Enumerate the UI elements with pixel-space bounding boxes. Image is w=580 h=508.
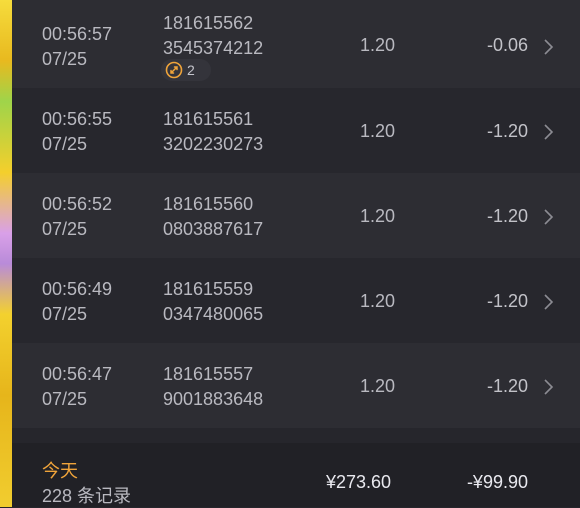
time-cell: 00:56:52 07/25 bbox=[42, 192, 112, 242]
net-text: -1.20 bbox=[486, 376, 528, 396]
id-cell: 181615559 0347480065 bbox=[163, 277, 263, 327]
time-text: 00:56:47 bbox=[42, 364, 113, 384]
time-cell: 00:56:57 07/25 bbox=[42, 22, 112, 72]
amount-text: 1.20 bbox=[360, 35, 396, 55]
amount-text: 1.20 bbox=[360, 376, 396, 396]
time-cell: 00:56:49 07/25 bbox=[42, 277, 112, 327]
list-item[interactable]: 00:56:52 07/25 181615560 0803887617 1.20… bbox=[12, 173, 580, 258]
id-bottom: 3545374212 bbox=[163, 38, 264, 58]
history-list: 00:56:57 07/25 181615562 3545374212 2 1.… bbox=[12, 0, 580, 428]
list-item[interactable]: 00:56:57 07/25 181615562 3545374212 2 1.… bbox=[12, 0, 580, 88]
time-text: 00:56:55 bbox=[42, 109, 113, 129]
time-text: 00:56:57 bbox=[42, 24, 113, 44]
id-bottom: 9001883648 bbox=[163, 389, 264, 409]
amount-text: 1.20 bbox=[360, 121, 396, 141]
chevron-right-icon[interactable] bbox=[542, 377, 556, 397]
total-amount: ¥273.60 bbox=[326, 472, 392, 492]
id-top: 181615559 bbox=[163, 279, 254, 299]
id-top: 181615560 bbox=[163, 194, 254, 214]
chevron-right-icon[interactable] bbox=[542, 292, 556, 312]
amount-text: 1.20 bbox=[360, 206, 396, 226]
id-bottom: 0803887617 bbox=[163, 219, 264, 239]
list-item[interactable]: 00:56:47 07/25 181615557 9001883648 1.20… bbox=[12, 343, 580, 428]
time-cell: 00:56:55 07/25 bbox=[42, 107, 112, 157]
chevron-right-icon[interactable] bbox=[542, 37, 556, 57]
date-text: 07/25 bbox=[42, 49, 88, 69]
total-net: -¥99.90 bbox=[466, 472, 528, 492]
id-cell: 181615557 9001883648 bbox=[163, 362, 263, 412]
date-text: 07/25 bbox=[42, 304, 88, 324]
net-text: -1.20 bbox=[486, 121, 528, 141]
id-cell: 181615561 3202230273 bbox=[163, 107, 263, 157]
net-text: -1.20 bbox=[486, 206, 528, 226]
date-text: 07/25 bbox=[42, 219, 88, 239]
time-text: 00:56:49 bbox=[42, 279, 113, 299]
id-top: 181615557 bbox=[163, 364, 254, 384]
time-text: 00:56:52 bbox=[42, 194, 113, 214]
id-cell: 181615560 0803887617 bbox=[163, 192, 263, 242]
time-cell: 00:56:47 07/25 bbox=[42, 362, 112, 412]
chevron-right-icon[interactable] bbox=[542, 207, 556, 227]
net-text: -1.20 bbox=[486, 291, 528, 311]
list-item[interactable]: 00:56:55 07/25 181615561 3202230273 1.20… bbox=[12, 88, 580, 173]
summary-footer: 今天 228 条记录 ¥273.60 -¥99.90 bbox=[12, 443, 580, 507]
link-coin-icon bbox=[165, 61, 183, 79]
date-text: 07/25 bbox=[42, 134, 88, 154]
chevron-right-icon[interactable] bbox=[542, 122, 556, 142]
net-text: -0.06 bbox=[486, 35, 528, 55]
id-cell: 181615562 3545374212 bbox=[163, 11, 263, 61]
id-top: 181615561 bbox=[163, 109, 254, 129]
amount-text: 1.20 bbox=[360, 291, 396, 311]
side-artwork-strip bbox=[0, 0, 12, 507]
list-item[interactable]: 00:56:49 07/25 181615559 0347480065 1.20… bbox=[12, 258, 580, 343]
linked-badge[interactable]: 2 bbox=[161, 59, 211, 81]
id-bottom: 0347480065 bbox=[163, 304, 264, 324]
record-count: 228 条记录 bbox=[42, 486, 132, 506]
badge-count: 2 bbox=[187, 62, 195, 78]
date-text: 07/25 bbox=[42, 389, 88, 409]
today-label: 今天 bbox=[42, 461, 78, 481]
id-bottom: 3202230273 bbox=[163, 134, 264, 154]
id-top: 181615562 bbox=[163, 13, 254, 33]
